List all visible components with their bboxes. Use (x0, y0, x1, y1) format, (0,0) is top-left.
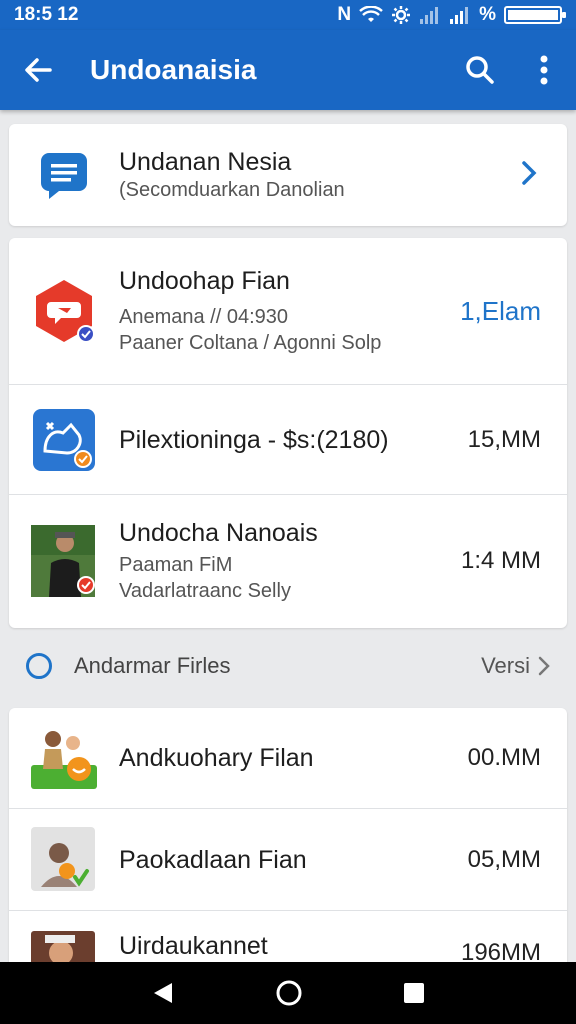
chevron-right-icon (538, 656, 550, 676)
battery-icon (504, 6, 566, 24)
item-sub2: Paaner Coltana / Agonni Solp (119, 332, 382, 354)
search-button[interactable] (448, 30, 512, 110)
file-size: 05,MM (467, 845, 541, 873)
network-type: N (337, 4, 352, 25)
list-item[interactable]: Undoohap Fian Anemana // 04:930 Paaner C… (9, 238, 567, 384)
section-header: Andarmar Firles Versi (0, 636, 576, 696)
app-icon-wrap (9, 278, 119, 344)
top-card-subtitle: (Secomduarkan Danolian (119, 179, 345, 201)
top-card[interactable]: Undanan Nesia (Secomduarkan Danolian (9, 124, 567, 226)
status-icons: N % (337, 4, 566, 26)
app-bar: Undoanaisia (0, 30, 576, 110)
file-item[interactable]: Paokadlaan Fian 05,MM (9, 808, 567, 910)
arrow-left-icon (25, 58, 52, 82)
back-triangle-icon[interactable] (150, 980, 176, 1006)
image-edit-icon (33, 408, 95, 471)
list-item[interactable]: Pilextioninga - $s:(2180) 15,MM (9, 384, 567, 494)
search-icon (466, 56, 494, 84)
file-item[interactable]: Andkuohary Filan 00.MM (9, 708, 567, 808)
status-time: 18:5 12 (14, 4, 79, 25)
item-value: 15,MM (467, 425, 541, 453)
section-label: Andarmar Firles (74, 653, 231, 678)
file-size: 00.MM (467, 744, 541, 771)
file-thumb-wrap (9, 826, 119, 893)
item-title: Undoohap Fian (119, 267, 290, 295)
cartoon-thumbnail-icon (31, 731, 97, 789)
gear-icon (392, 6, 411, 24)
file-item[interactable]: Uirdaukannet 196MM (9, 910, 567, 968)
chat-icon (41, 153, 87, 199)
section-more-label: Versi (481, 653, 530, 678)
radio-circle-icon[interactable] (26, 653, 52, 679)
item-sub1: Anemana // 04:930 (119, 306, 289, 328)
item-sub2: Vadarlatraanc Selly (119, 579, 291, 602)
files-card: Andkuohary Filan 00.MM Paokadlaan Fian 0… (9, 708, 567, 968)
more-vert-icon (540, 55, 548, 85)
section-more-link[interactable]: Versi (481, 653, 550, 679)
chevron-right-icon (522, 160, 537, 185)
back-button[interactable] (0, 30, 76, 110)
wifi-icon (359, 6, 383, 22)
status-bar: 18:5 12 N % (0, 0, 576, 30)
message-icon-wrap (9, 149, 119, 201)
home-circle-icon[interactable] (275, 979, 303, 1007)
top-card-title: Undanan Nesia (119, 148, 292, 176)
page-title: Undoanaisia (90, 54, 257, 85)
signal-icon-2 (450, 7, 469, 24)
video-app-icon (36, 280, 95, 343)
item-value: 1:4 MM (460, 546, 541, 574)
signal-icon (420, 7, 439, 24)
recents-square-icon[interactable] (402, 981, 426, 1005)
battery-percent: % (479, 4, 496, 25)
item-title: Pilextioninga - $s:(2180) (119, 425, 389, 454)
overflow-menu-button[interactable] (512, 30, 576, 110)
person-photo-icon (31, 524, 95, 597)
item-title: Undocha Nanoais (119, 518, 318, 547)
item-value: 1,Elam (460, 295, 541, 326)
file-title: Andkuohary Filan (119, 744, 314, 772)
photo-wrap (9, 524, 119, 597)
avatar-thumbnail-icon (31, 826, 95, 891)
system-nav-bar (0, 962, 576, 1024)
top-card-row[interactable]: Undanan Nesia (Secomduarkan Danolian (9, 124, 567, 226)
chevron-right-button[interactable] (521, 160, 567, 191)
file-thumb-wrap (9, 725, 119, 791)
main-list-card: Undoohap Fian Anemana // 04:930 Paaner C… (9, 238, 567, 628)
item-sub1: Paaman FiM (119, 553, 233, 576)
app-icon-wrap (9, 407, 119, 473)
list-item[interactable]: Undocha Nanoais Paaman FiM Vadarlatraanc… (9, 494, 567, 626)
file-title: Paokadlaan Fian (119, 845, 307, 874)
file-title: Uirdaukannet (119, 932, 268, 960)
